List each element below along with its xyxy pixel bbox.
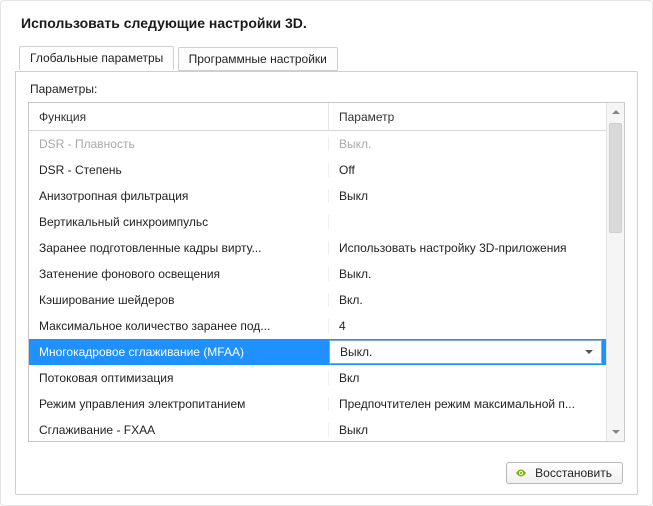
settings-grid: Функция Параметр DSR - Плавность Выкл. D… bbox=[28, 102, 625, 442]
page-title: Использовать следующие настройки 3D. bbox=[21, 15, 638, 31]
restore-button[interactable]: Восстановить bbox=[506, 462, 623, 484]
table-row[interactable]: Максимальное количество заранее под... 4 bbox=[29, 313, 624, 339]
column-header-parameter[interactable]: Параметр bbox=[329, 103, 624, 130]
dialog-3d-settings: Использовать следующие настройки 3D. Гло… bbox=[0, 0, 653, 506]
cell-function: DSR - Плавность bbox=[29, 137, 329, 151]
scroll-down-button[interactable] bbox=[607, 423, 624, 441]
table-row-selected[interactable]: Многокадровое сглаживание (MFAA) Выкл. bbox=[29, 339, 624, 365]
cell-function: Заранее подготовленные кадры вирту... bbox=[29, 241, 329, 255]
vertical-scrollbar[interactable] bbox=[606, 103, 624, 441]
chevron-up-icon bbox=[612, 110, 620, 114]
cell-parameter: Выкл. bbox=[329, 267, 624, 281]
scroll-up-button[interactable] bbox=[607, 103, 624, 121]
cell-function: Максимальное количество заранее под... bbox=[29, 319, 329, 333]
grid-header: Функция Параметр bbox=[29, 103, 624, 131]
cell-parameter: 4 bbox=[329, 319, 624, 333]
cell-parameter: Вкл bbox=[329, 371, 624, 385]
cell-parameter: Off bbox=[329, 163, 624, 177]
parameters-label: Параметры: bbox=[30, 82, 625, 96]
cell-function: Затенение фонового освещения bbox=[29, 267, 329, 281]
chevron-down-icon bbox=[612, 430, 620, 434]
cell-function: Многокадровое сглаживание (MFAA) bbox=[29, 345, 329, 359]
table-row[interactable]: Сглаживание - FXAA Выкл bbox=[29, 417, 624, 441]
cell-parameter: Выкл bbox=[329, 189, 624, 203]
cell-function: Потоковая оптимизация bbox=[29, 371, 329, 385]
dropdown-value: Выкл. bbox=[340, 345, 372, 359]
cell-function: Режим управления электропитанием bbox=[29, 397, 329, 411]
table-row[interactable]: Затенение фонового освещения Выкл. bbox=[29, 261, 624, 287]
cell-parameter-dropdown[interactable]: Выкл. bbox=[329, 340, 602, 364]
cell-parameter: Выкл bbox=[329, 423, 624, 437]
table-row[interactable]: Кэширование шейдеров Вкл. bbox=[29, 287, 624, 313]
cell-parameter: Предпочтителен режим максимальной п... bbox=[329, 397, 624, 411]
table-row[interactable]: Потоковая оптимизация Вкл bbox=[29, 365, 624, 391]
column-header-function[interactable]: Функция bbox=[29, 103, 329, 130]
cell-function: DSR - Степень bbox=[29, 163, 329, 177]
table-row[interactable]: Анизотропная фильтрация Выкл bbox=[29, 183, 624, 209]
chevron-down-icon bbox=[585, 350, 593, 354]
tab-row: Глобальные параметры Программные настрой… bbox=[19, 45, 638, 71]
tab-pane-global: Параметры: Функция Параметр DSR - Плавно… bbox=[15, 71, 638, 495]
cell-parameter: Вкл. bbox=[329, 293, 624, 307]
cell-function: Кэширование шейдеров bbox=[29, 293, 329, 307]
tab-global[interactable]: Глобальные параметры bbox=[19, 46, 174, 70]
table-row[interactable]: Вертикальный синхроимпульс bbox=[29, 209, 624, 235]
grid-body: DSR - Плавность Выкл. DSR - Степень Off … bbox=[29, 131, 624, 441]
cell-parameter: Выкл. bbox=[329, 137, 624, 151]
table-row[interactable]: Режим управления электропитанием Предпоч… bbox=[29, 391, 624, 417]
table-row[interactable]: DSR - Плавность Выкл. bbox=[29, 131, 624, 157]
cell-function: Анизотропная фильтрация bbox=[29, 189, 329, 203]
table-row[interactable]: DSR - Степень Off bbox=[29, 157, 624, 183]
restore-row: Восстановить bbox=[506, 462, 623, 484]
scroll-thumb[interactable] bbox=[609, 123, 622, 233]
cell-function: Сглаживание - FXAA bbox=[29, 423, 329, 437]
restore-button-label: Восстановить bbox=[535, 466, 612, 480]
tab-program[interactable]: Программные настройки bbox=[178, 47, 338, 71]
cell-function: Вертикальный синхроимпульс bbox=[29, 215, 329, 229]
cell-parameter: Использовать настройку 3D-приложения bbox=[329, 241, 624, 255]
nvidia-logo-icon bbox=[513, 468, 529, 478]
table-row[interactable]: Заранее подготовленные кадры вирту... Ис… bbox=[29, 235, 624, 261]
